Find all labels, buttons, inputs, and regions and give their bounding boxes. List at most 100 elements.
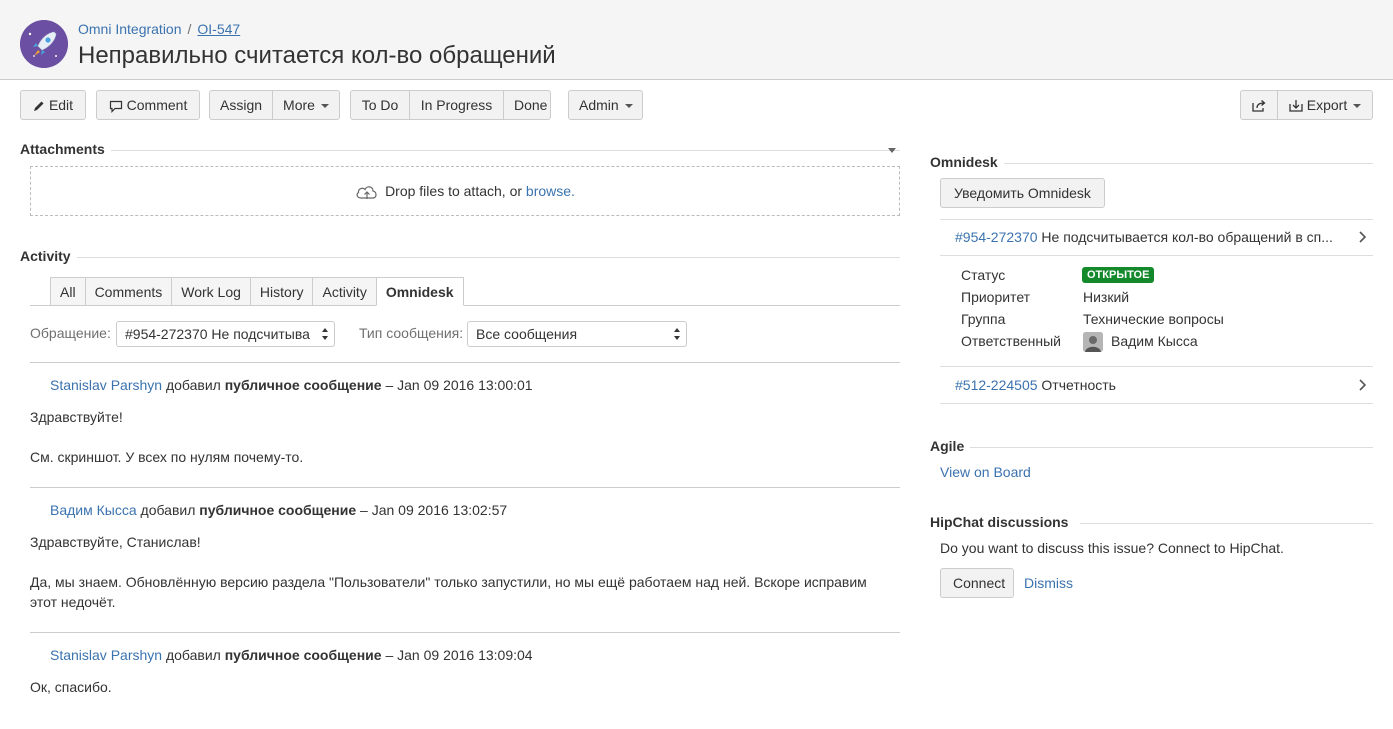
message-type-label: Тип сообщения: bbox=[359, 325, 464, 341]
select-arrows-icon bbox=[322, 328, 328, 340]
divider bbox=[1000, 163, 1373, 164]
download-icon bbox=[1289, 100, 1303, 112]
comment-divider bbox=[30, 632, 900, 633]
chevron-right-icon[interactable] bbox=[1358, 231, 1366, 243]
status-label: Статус bbox=[961, 267, 1006, 283]
chevron-down-icon bbox=[624, 104, 633, 109]
share-export-group: Export bbox=[1240, 90, 1373, 120]
ticket-filter-label: Обращение: bbox=[30, 325, 111, 341]
done-button[interactable]: Done bbox=[503, 90, 551, 120]
assignee-avatar bbox=[1083, 332, 1103, 352]
chevron-right-icon[interactable] bbox=[1358, 379, 1366, 391]
assignee-value: Вадим Кысса bbox=[1111, 333, 1198, 349]
comment-divider bbox=[30, 487, 900, 488]
divider bbox=[110, 150, 900, 151]
workflow-group: To Do In Progress Done bbox=[350, 90, 551, 120]
comment-verb: добавил bbox=[165, 647, 221, 663]
export-button[interactable]: Export bbox=[1277, 90, 1373, 120]
divider bbox=[940, 255, 1373, 256]
edit-button[interactable]: Edit bbox=[20, 90, 86, 120]
tab-comments[interactable]: Comments bbox=[84, 277, 172, 306]
page-title: Неправильно считается кол-во обращений bbox=[78, 42, 556, 69]
more-button-label: More bbox=[283, 97, 315, 113]
comment-body-line: этот недочёт. bbox=[30, 594, 116, 610]
tab-history[interactable]: History bbox=[249, 277, 313, 306]
group-label: Группа bbox=[961, 311, 1006, 327]
upload-cloud-icon bbox=[356, 186, 377, 200]
comment-dash: – bbox=[360, 502, 368, 518]
ticket-2-id[interactable]: #512-224505 bbox=[955, 377, 1038, 393]
message-type-value: Все сообщения bbox=[476, 326, 578, 342]
chevron-down-icon bbox=[1353, 104, 1362, 109]
priority-label: Приоритет bbox=[961, 289, 1031, 305]
divider bbox=[1080, 523, 1373, 524]
share-icon bbox=[1252, 100, 1266, 112]
in-progress-button[interactable]: In Progress bbox=[409, 90, 504, 120]
view-on-board-link[interactable]: View on Board bbox=[940, 464, 1031, 480]
comment-divider bbox=[30, 362, 900, 363]
comment-icon bbox=[109, 100, 122, 113]
attachment-dropzone[interactable]: Drop files to attach, or browse. bbox=[30, 166, 900, 216]
breadcrumb-project-link[interactable]: Omni Integration bbox=[78, 21, 182, 37]
project-avatar[interactable] bbox=[20, 20, 68, 68]
omnidesk-header: Omnidesk bbox=[930, 154, 1373, 174]
hipchat-prompt: Do you want to discuss this issue? Conne… bbox=[940, 540, 1284, 556]
activity-header: Activity bbox=[20, 248, 900, 268]
comment-button[interactable]: Comment bbox=[96, 90, 200, 120]
ticket-select-value: #954-272370 Не подсчитыва bbox=[125, 326, 310, 342]
export-button-label: Export bbox=[1306, 97, 1348, 113]
todo-button[interactable]: To Do bbox=[350, 90, 410, 120]
divider bbox=[75, 257, 900, 258]
group-value: Технические вопросы bbox=[1083, 311, 1224, 327]
breadcrumb-separator: / bbox=[187, 21, 192, 37]
share-button[interactable] bbox=[1240, 90, 1278, 120]
ticket-row-2[interactable]: #512-224505 Отчетность bbox=[955, 377, 1340, 393]
select-arrows-icon bbox=[674, 328, 680, 340]
comment-dash: – bbox=[385, 647, 394, 663]
browse-link[interactable]: browse. bbox=[526, 183, 575, 199]
comment-body-line: Здравствуйте! bbox=[30, 409, 123, 425]
comment-dash: – bbox=[385, 377, 394, 393]
more-button[interactable]: More bbox=[272, 90, 340, 120]
admin-button-label: Admin bbox=[579, 97, 619, 113]
ticket-1-title: Не подсчитывается кол-во обращений в сп.… bbox=[1041, 229, 1333, 245]
agile-heading: Agile bbox=[930, 438, 971, 454]
comment-body-line: Да, мы знаем. Обновлённую версию раздела… bbox=[30, 574, 867, 590]
connect-button[interactable]: Connect bbox=[940, 568, 1014, 598]
comment-author-link[interactable]: Stanislav Parshyn bbox=[50, 377, 162, 393]
collapse-toggle-icon[interactable] bbox=[888, 148, 896, 153]
omnidesk-heading: Omnidesk bbox=[930, 154, 1004, 170]
tab-work-log[interactable]: Work Log bbox=[171, 277, 250, 306]
attachments-header: Attachments bbox=[20, 141, 900, 161]
dismiss-link[interactable]: Dismiss bbox=[1024, 575, 1073, 591]
comment-type: публичное сообщение bbox=[224, 647, 382, 663]
ticket-row-1[interactable]: #954-272370 Не подсчитывается кол-во обр… bbox=[955, 229, 1340, 245]
comment-body-line: Здравствуйте, Станислав! bbox=[30, 534, 201, 550]
dropzone-text: Drop files to attach, or bbox=[385, 183, 526, 199]
assign-more-group: Assign More bbox=[209, 90, 340, 120]
ticket-select[interactable]: #954-272370 Не подсчитыва bbox=[116, 321, 335, 347]
comment-button-label: Comment bbox=[126, 97, 188, 113]
chevron-down-icon bbox=[320, 104, 329, 109]
comment-body-line: Ок, спасибо. bbox=[30, 679, 112, 695]
status-badge: ОТКРЫТОЕ bbox=[1082, 267, 1155, 283]
admin-button[interactable]: Admin bbox=[568, 90, 643, 120]
tab-omnidesk[interactable]: Omnidesk bbox=[375, 277, 464, 306]
message-type-select[interactable]: Все сообщения bbox=[467, 321, 687, 347]
comment-type: публичное сообщение bbox=[224, 377, 382, 393]
ticket-1-id[interactable]: #954-272370 bbox=[955, 229, 1038, 245]
comment-date: Jan 09 2016 13:09:04 bbox=[397, 647, 533, 663]
user-avatar-icon bbox=[1083, 332, 1103, 352]
breadcrumb-issue-key[interactable]: OI-547 bbox=[197, 21, 240, 37]
comment-author-link[interactable]: Вадим Кысса bbox=[50, 502, 137, 518]
hipchat-header: HipChat discussions bbox=[930, 514, 1373, 534]
comment-meta: Вадим Кысса добавил публичное сообщение … bbox=[50, 502, 507, 518]
assign-button[interactable]: Assign bbox=[209, 90, 273, 120]
notify-omnidesk-button[interactable]: Уведомить Omnidesk bbox=[940, 178, 1105, 208]
comment-date: Jan 09 2016 13:00:01 bbox=[397, 377, 533, 393]
comment-type: публичное сообщение bbox=[199, 502, 357, 518]
tab-all[interactable]: All bbox=[50, 277, 85, 306]
tab-activity[interactable]: Activity bbox=[312, 277, 376, 306]
comment-author-link[interactable]: Stanislav Parshyn bbox=[50, 647, 162, 663]
attachments-heading: Attachments bbox=[20, 141, 111, 157]
